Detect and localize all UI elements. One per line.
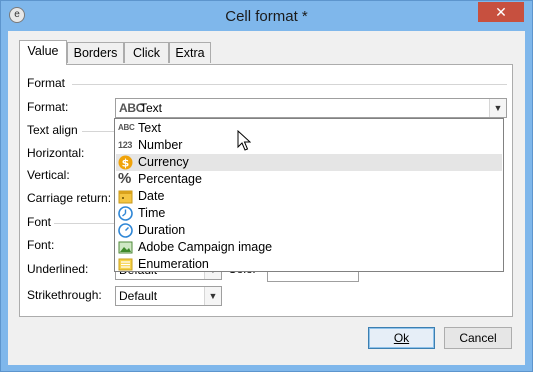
ok-button-label: Ok bbox=[393, 331, 410, 345]
mouse-cursor-icon bbox=[237, 130, 251, 151]
list-icon bbox=[118, 257, 133, 271]
close-icon: ✕ bbox=[495, 4, 507, 20]
chevron-down-icon[interactable]: ▼ bbox=[489, 99, 506, 117]
text-align-group-divider bbox=[82, 131, 117, 132]
underlined-label: Underlined: bbox=[27, 262, 89, 276]
list-item-label: Number bbox=[138, 138, 183, 152]
list-item-enumeration[interactable]: Enumeration bbox=[116, 256, 502, 273]
close-button[interactable]: ✕ bbox=[478, 2, 524, 22]
abc-icon: ABC bbox=[118, 123, 135, 132]
title-bar[interactable]: e Cell format * ✕ bbox=[1, 1, 532, 31]
vertical-label: Vertical: bbox=[27, 168, 70, 182]
clock-icon bbox=[118, 206, 133, 221]
number-icon: 123 bbox=[118, 140, 133, 150]
format-group-label: Format bbox=[27, 76, 66, 90]
tab-extra[interactable]: Extra bbox=[169, 42, 211, 63]
strikethrough-select-value: Default bbox=[119, 289, 158, 303]
list-item-currency[interactable]: $ Currency bbox=[116, 154, 502, 171]
tab-value[interactable]: Value bbox=[19, 40, 67, 65]
format-group-divider bbox=[72, 84, 507, 85]
list-item-percentage[interactable]: % Percentage bbox=[116, 171, 502, 188]
svg-text:$: $ bbox=[122, 157, 130, 170]
duration-icon bbox=[118, 223, 133, 238]
dialog-window: e Cell format * ✕ Value Borders Click Ex… bbox=[0, 0, 533, 372]
list-item-label: Percentage bbox=[138, 172, 202, 186]
font-group-label: Font bbox=[27, 215, 52, 229]
list-item-label: Duration bbox=[138, 223, 186, 237]
dialog-client: Value Borders Click Extra Format Format:… bbox=[8, 31, 525, 365]
percentage-icon: % bbox=[118, 170, 132, 187]
strikethrough-select[interactable]: Default ▼ bbox=[115, 286, 222, 306]
list-item-image[interactable]: Adobe Campaign image bbox=[116, 239, 502, 256]
list-item-label: Currency bbox=[138, 155, 189, 169]
tab-click[interactable]: Click bbox=[124, 42, 169, 63]
format-select[interactable]: ABC Text ▼ bbox=[115, 98, 507, 118]
list-item-duration[interactable]: Duration bbox=[116, 222, 502, 239]
currency-icon: $ bbox=[118, 155, 133, 170]
calendar-icon bbox=[118, 189, 133, 204]
font-group-divider bbox=[54, 223, 117, 224]
carriage-return-label: Carriage return: bbox=[27, 191, 112, 205]
format-select-value: Text bbox=[140, 101, 163, 115]
list-item-label: Text bbox=[138, 121, 161, 135]
horizontal-label: Horizontal: bbox=[27, 146, 85, 160]
format-dropdown-list[interactable]: ABC Text 123 Number $ Currency % Percent… bbox=[114, 118, 504, 272]
chevron-down-icon[interactable]: ▼ bbox=[204, 287, 221, 305]
list-item-label: Time bbox=[138, 206, 166, 220]
list-item-time[interactable]: Time bbox=[116, 205, 502, 222]
list-item-number[interactable]: 123 Number bbox=[116, 137, 502, 154]
list-item-label: Enumeration bbox=[138, 257, 209, 271]
window-title: Cell format * bbox=[225, 8, 308, 25]
ok-button[interactable]: Ok bbox=[368, 327, 435, 349]
font-label: Font: bbox=[27, 238, 55, 252]
list-item-label: Date bbox=[138, 189, 165, 203]
list-item-date[interactable]: Date bbox=[116, 188, 502, 205]
text-align-group-label: Text align bbox=[27, 123, 78, 137]
image-icon bbox=[118, 240, 133, 254]
cancel-button[interactable]: Cancel bbox=[444, 327, 512, 349]
format-label: Format: bbox=[27, 100, 69, 114]
strikethrough-label: Strikethrough: bbox=[27, 288, 102, 302]
tab-borders[interactable]: Borders bbox=[67, 42, 124, 63]
list-item-text[interactable]: ABC Text bbox=[116, 120, 502, 137]
list-item-label: Adobe Campaign image bbox=[138, 240, 273, 254]
